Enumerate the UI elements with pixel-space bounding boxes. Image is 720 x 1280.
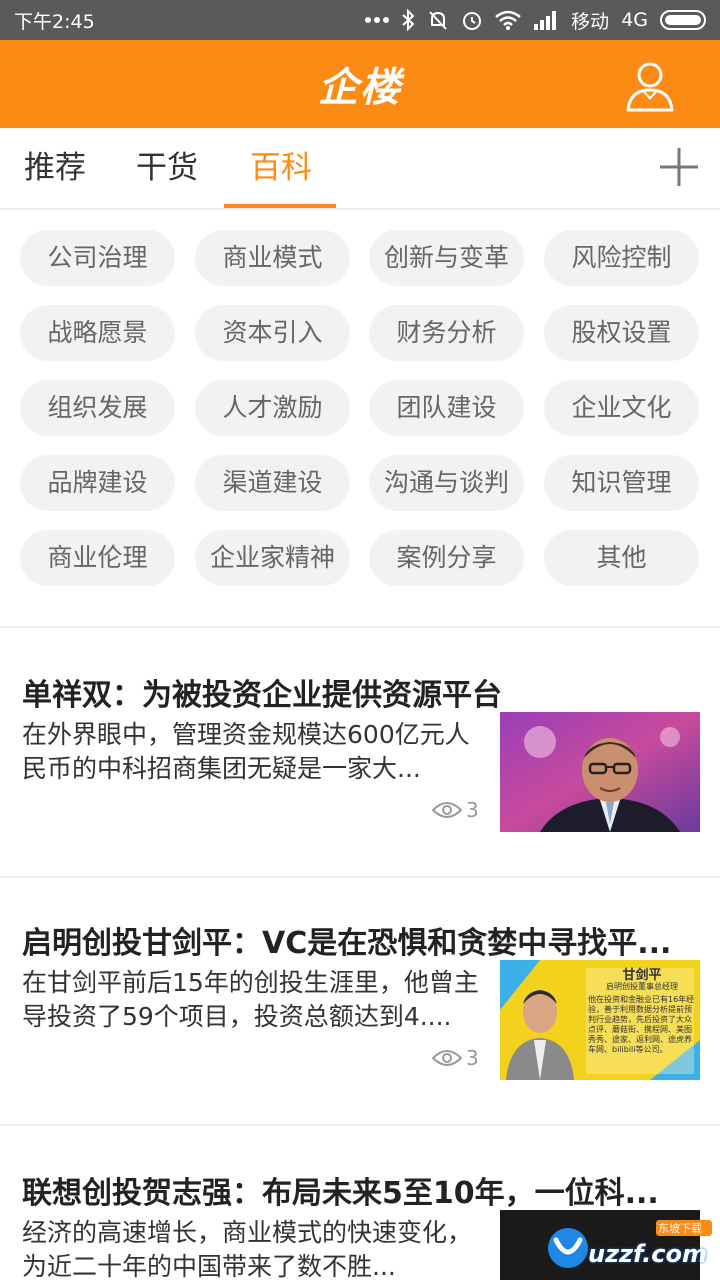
article-thumbnail[interactable] (500, 712, 700, 832)
article-summary: 经济的高速增长，商业模式的快速变化，为近二十年的中国带来了数不胜... (22, 1218, 473, 1280)
article-title[interactable]: 联想创投贺志强：布局未来5至10年，一位科... (22, 1168, 702, 1212)
alarm-icon (461, 9, 483, 31)
thumbnail-role: 启明创投董事总经理 (606, 982, 678, 991)
category-tabs: 推荐 干货 百科 (0, 128, 720, 210)
app-logo: 企楼 (318, 65, 402, 111)
app-header: 企楼 (0, 40, 720, 128)
view-count-number: 3 (466, 798, 479, 822)
article-title[interactable]: 单祥双：为被投资企业提供资源平台 (22, 670, 702, 714)
watermark-text: uzzf.com (588, 1240, 707, 1268)
article-card[interactable]: 启明创投甘剑平：VC是在恐惧和贪婪中寻找平... 在甘剑平前后15年的创投生涯里… (0, 918, 720, 1098)
view-count: 3 (432, 1046, 479, 1070)
user-icon[interactable] (624, 58, 676, 112)
more-dots-icon (365, 16, 390, 24)
article-card[interactable]: 单祥双：为被投资企业提供资源平台 在外界眼中，管理资金规模达600亿元人民币的中… (0, 670, 720, 850)
category-chip[interactable]: 案例分享 (369, 530, 524, 586)
category-chip[interactable]: 品牌建设 (20, 455, 175, 511)
article-thumbnail[interactable]: 甘剑平 启明创投董事总经理 他在投资和金融业已有16年经验，善于利用数据分析提前… (500, 960, 700, 1080)
category-chip[interactable]: 公司治理 (20, 230, 175, 286)
category-chip[interactable]: 沟通与谈判 (369, 455, 524, 511)
category-chip[interactable]: 其他 (544, 530, 699, 586)
tab-recommend[interactable]: 推荐 (24, 128, 86, 208)
category-chip[interactable]: 渠道建设 (195, 455, 350, 511)
wifi-icon (495, 10, 521, 30)
tab-encyclopedia[interactable]: 百科 (250, 128, 312, 208)
category-chip[interactable]: 知识管理 (544, 455, 699, 511)
category-chip[interactable]: 战略愿景 (20, 305, 175, 361)
category-chip[interactable]: 财务分析 (369, 305, 524, 361)
article-divider (0, 876, 720, 878)
bluetooth-icon (401, 9, 415, 31)
article-title[interactable]: 启明创投甘剑平：VC是在恐惧和贪婪中寻找平... (22, 918, 702, 962)
category-chip[interactable]: 商业模式 (195, 230, 350, 286)
category-chip[interactable]: 资本引入 (195, 305, 350, 361)
thumbnail-name: 甘剑平 (622, 968, 662, 983)
category-chip[interactable]: 商业伦理 (20, 530, 175, 586)
watermark-tag: 东坡下载 (658, 1222, 702, 1235)
eye-icon (432, 1050, 462, 1066)
thumbnail-caption: 甘剑平 启明创投董事总经理 他在投资和金融业已有16年经验，善于利用数据分析提前… (588, 968, 696, 1073)
category-chip[interactable]: 创新与变革 (369, 230, 524, 286)
battery-icon (660, 10, 706, 30)
add-tab-icon[interactable] (658, 146, 700, 188)
category-chip[interactable]: 股权设置 (544, 305, 699, 361)
category-chip[interactable]: 企业家精神 (195, 530, 350, 586)
site-watermark: uzzf.com 东坡下载 (544, 1218, 714, 1274)
eye-icon (432, 802, 462, 818)
category-chip[interactable]: 组织发展 (20, 380, 175, 436)
carrier-label: 移动 (571, 10, 610, 33)
status-time: 下午2:45 (14, 10, 95, 33)
section-divider (0, 626, 720, 628)
status-bar: 下午2:45 移动 4G (0, 0, 720, 40)
category-chip[interactable]: 团队建设 (369, 380, 524, 436)
view-count-number: 3 (466, 1046, 479, 1070)
network-label: 4G (621, 9, 648, 31)
mute-bell-icon (427, 9, 449, 31)
thumbnail-bio: 他在投资和金融业已有16年经验，善于利用数据分析提前预判行业趋势，先后投资了大众… (588, 995, 695, 1054)
signal-icon (533, 10, 559, 30)
article-summary: 在外界眼中，管理资金规模达600亿元人民币的中科招商集团无疑是一家大... (22, 720, 470, 783)
category-chip[interactable]: 风险控制 (544, 230, 699, 286)
view-count: 3 (432, 798, 479, 822)
active-tab-indicator (224, 204, 336, 208)
article-summary: 在甘剑平前后15年的创投生涯里，他曾主导投资了59个项目，投资总额达到4.... (22, 968, 479, 1031)
tab-dry-goods[interactable]: 干货 (136, 128, 198, 208)
category-chip[interactable]: 企业文化 (544, 380, 699, 436)
article-divider (0, 1124, 720, 1126)
category-chip[interactable]: 人才激励 (195, 380, 350, 436)
